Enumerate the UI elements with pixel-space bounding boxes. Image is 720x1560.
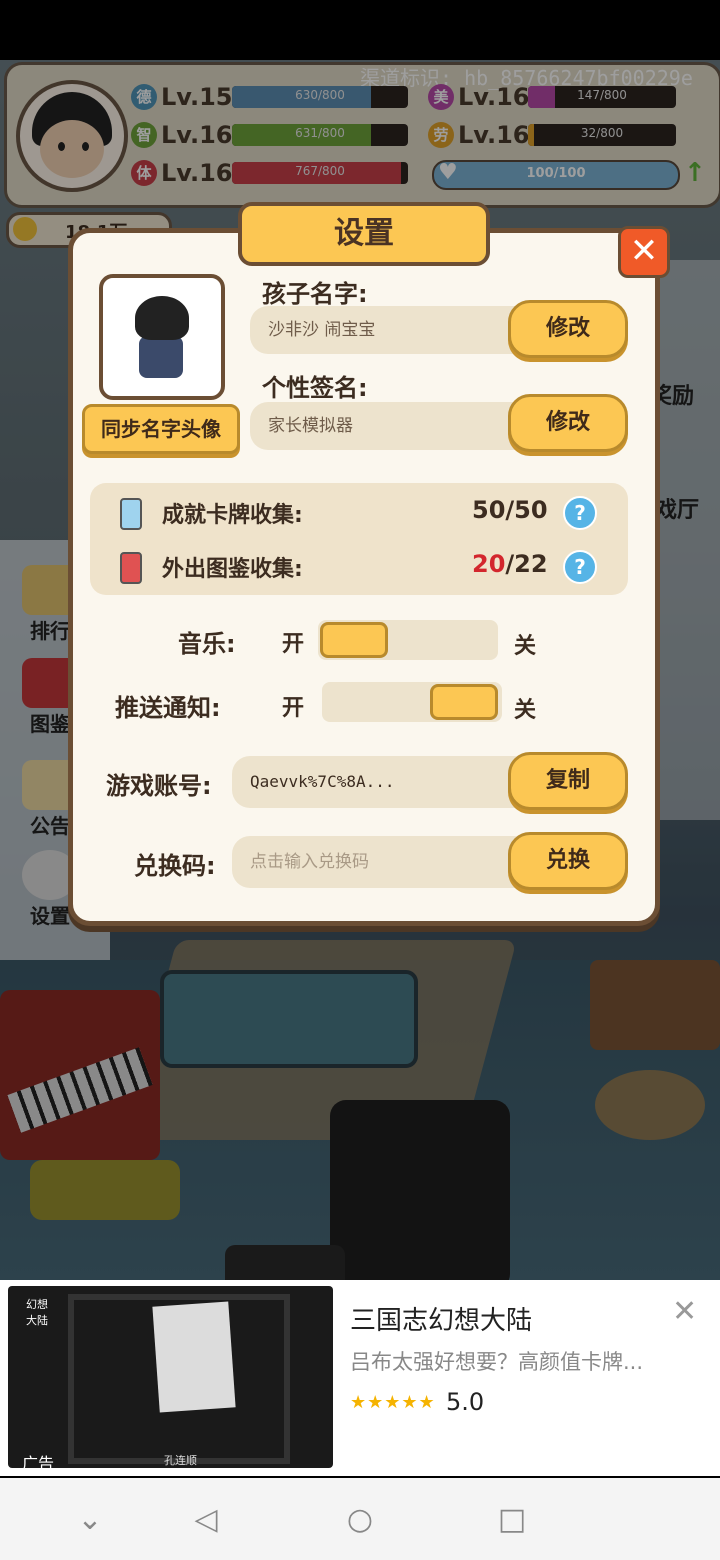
guide-icon (120, 552, 142, 584)
push-on-label: 开 (282, 696, 305, 721)
ad-rating: 5.0 (446, 1388, 485, 1416)
music-off-label: 关 (514, 634, 537, 659)
account-label: 游戏账号: (106, 772, 212, 800)
dialog-title: 设置 (238, 202, 490, 266)
signature-label: 个性签名: (262, 374, 368, 402)
push-off-label: 关 (514, 698, 537, 723)
recent-apps-icon[interactable]: □ (494, 1502, 530, 1538)
push-toggle[interactable] (322, 682, 502, 722)
ad-title[interactable]: 三国志幻想大陆 (350, 1300, 532, 1337)
code-label: 兑换码: (134, 852, 216, 880)
profile-photo[interactable] (99, 274, 225, 400)
ad-banner[interactable]: 幻想大陆 广告 孔连顺 三国志幻想大陆 吕布太强好想要？高颜值卡牌... ★★★… (0, 1280, 720, 1476)
copy-button[interactable]: 复制 (508, 752, 628, 810)
system-nav-bar: ⌄ ◁ ○ □ (0, 1478, 720, 1560)
signature-field[interactable]: 家长模拟器 (250, 402, 540, 450)
redeem-button[interactable]: 兑换 (508, 832, 628, 890)
ad-brand: 孔连顺 (164, 1454, 197, 1467)
music-on-label: 开 (282, 632, 305, 657)
ad-close-icon[interactable]: ✕ (672, 1294, 697, 1329)
outing-collection-count: 20/22 (472, 550, 548, 578)
push-toggle-knob[interactable] (430, 684, 498, 720)
outing-collection-label: 外出图鉴收集: (162, 557, 303, 582)
achievement-card-label: 成就卡牌收集: (162, 503, 303, 528)
account-field[interactable]: Qaevvk%7C%8A... (232, 756, 532, 808)
redeem-code-input[interactable]: 点击输入兑换码 (232, 836, 532, 888)
music-toggle[interactable] (318, 620, 498, 660)
back-icon[interactable]: ◁ (188, 1502, 224, 1538)
modify-name-button[interactable]: 修改 (508, 300, 628, 358)
sync-name-avatar-button[interactable]: 同步名字头像 (82, 404, 240, 454)
child-name-field[interactable]: 沙非沙 闹宝宝 (250, 306, 540, 354)
ad-logo: 幻想大陆 (26, 1298, 48, 1327)
ad-label: 广告 (22, 1454, 55, 1468)
collapse-icon[interactable]: ⌄ (72, 1502, 108, 1538)
music-toggle-knob[interactable] (320, 622, 388, 658)
outing-help-icon[interactable]: ? (563, 550, 597, 584)
child-name-label: 孩子名字: (262, 280, 368, 308)
achievement-help-icon[interactable]: ? (563, 496, 597, 530)
push-label: 推送通知: (115, 694, 221, 722)
home-icon[interactable]: ○ (342, 1502, 378, 1538)
card-icon (120, 498, 142, 530)
close-button[interactable]: ✕ (618, 226, 670, 278)
ad-subtitle[interactable]: 吕布太强好想要？高颜值卡牌... (350, 1346, 670, 1376)
music-label: 音乐: (178, 630, 236, 658)
ad-image[interactable]: 幻想大陆 广告 孔连顺 (8, 1286, 333, 1468)
rating-stars-icon: ★★★★★ (350, 1392, 436, 1413)
modify-signature-button[interactable]: 修改 (508, 394, 628, 452)
achievement-card-count: 50/50 (472, 496, 548, 524)
